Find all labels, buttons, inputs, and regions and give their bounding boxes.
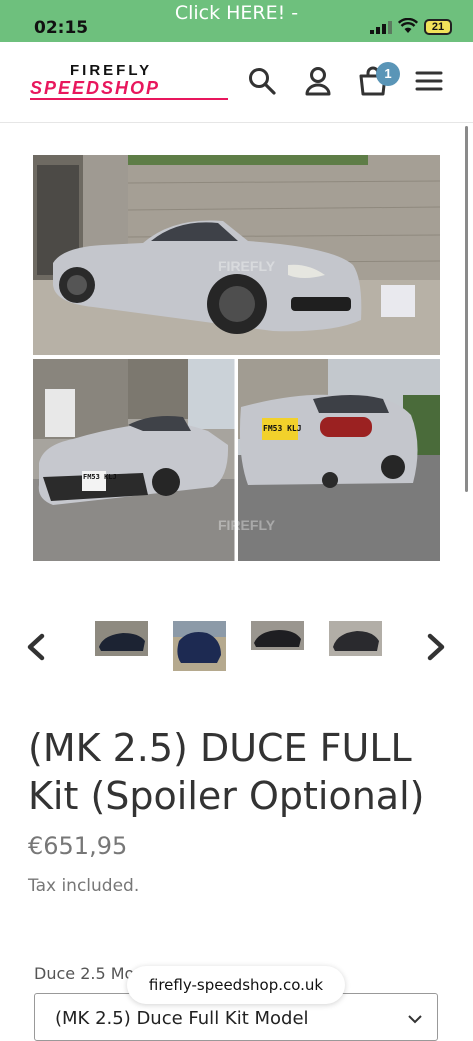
search-icon[interactable] <box>247 66 277 96</box>
cart-count-badge: 1 <box>376 62 400 86</box>
product-price: €651,95 <box>28 832 128 860</box>
thumbnail-3[interactable] <box>251 621 304 650</box>
plate-front-text: FM53 KLJ <box>83 473 117 481</box>
chevron-right-icon[interactable] <box>424 630 448 664</box>
variant-select-value: (MK 2.5) Duce Full Kit Model <box>55 1008 309 1029</box>
menu-icon[interactable] <box>414 66 444 96</box>
chevron-left-icon[interactable] <box>24 630 48 664</box>
site-header: FIREFLY SPEEDSHOP <box>0 42 473 123</box>
signal-icon <box>370 21 392 34</box>
chevron-down-icon <box>408 1015 422 1024</box>
logo-bottom-text: SPEEDSHOP <box>30 78 161 98</box>
logo-underline <box>30 98 228 100</box>
product-main-image[interactable]: FIREFLY FIREFLY FM53 KLJ FM53 KLJ <box>33 155 440 561</box>
product-title: (MK 2.5) DUCE FULL Kit (Spoiler Optional… <box>28 726 425 818</box>
variant-label: Duce 2.5 Mo <box>34 964 135 983</box>
status-time: 02:15 <box>34 18 89 38</box>
site-logo[interactable]: FIREFLY SPEEDSHOP <box>30 62 230 102</box>
tax-note: Tax included. <box>28 876 140 896</box>
logo-top-text: FIREFLY <box>70 62 153 79</box>
thumbnail-1[interactable] <box>95 621 148 656</box>
status-bar: Click HERE! - 02:15 21 <box>0 0 473 42</box>
account-icon[interactable] <box>303 66 333 96</box>
watermark-text: FIREFLY <box>218 258 276 274</box>
browser-url-bar[interactable]: firefly-speedshop.co.uk <box>127 966 345 1004</box>
plate-rear-text: FM53 KLJ <box>263 424 302 433</box>
wifi-icon <box>398 18 418 33</box>
watermark-text: FIREFLY <box>218 517 276 533</box>
page-scrollbar[interactable] <box>465 126 468 492</box>
thumbnail-4[interactable] <box>329 621 382 656</box>
thumbnail-2[interactable] <box>173 621 226 671</box>
battery-icon: 21 <box>424 19 452 35</box>
